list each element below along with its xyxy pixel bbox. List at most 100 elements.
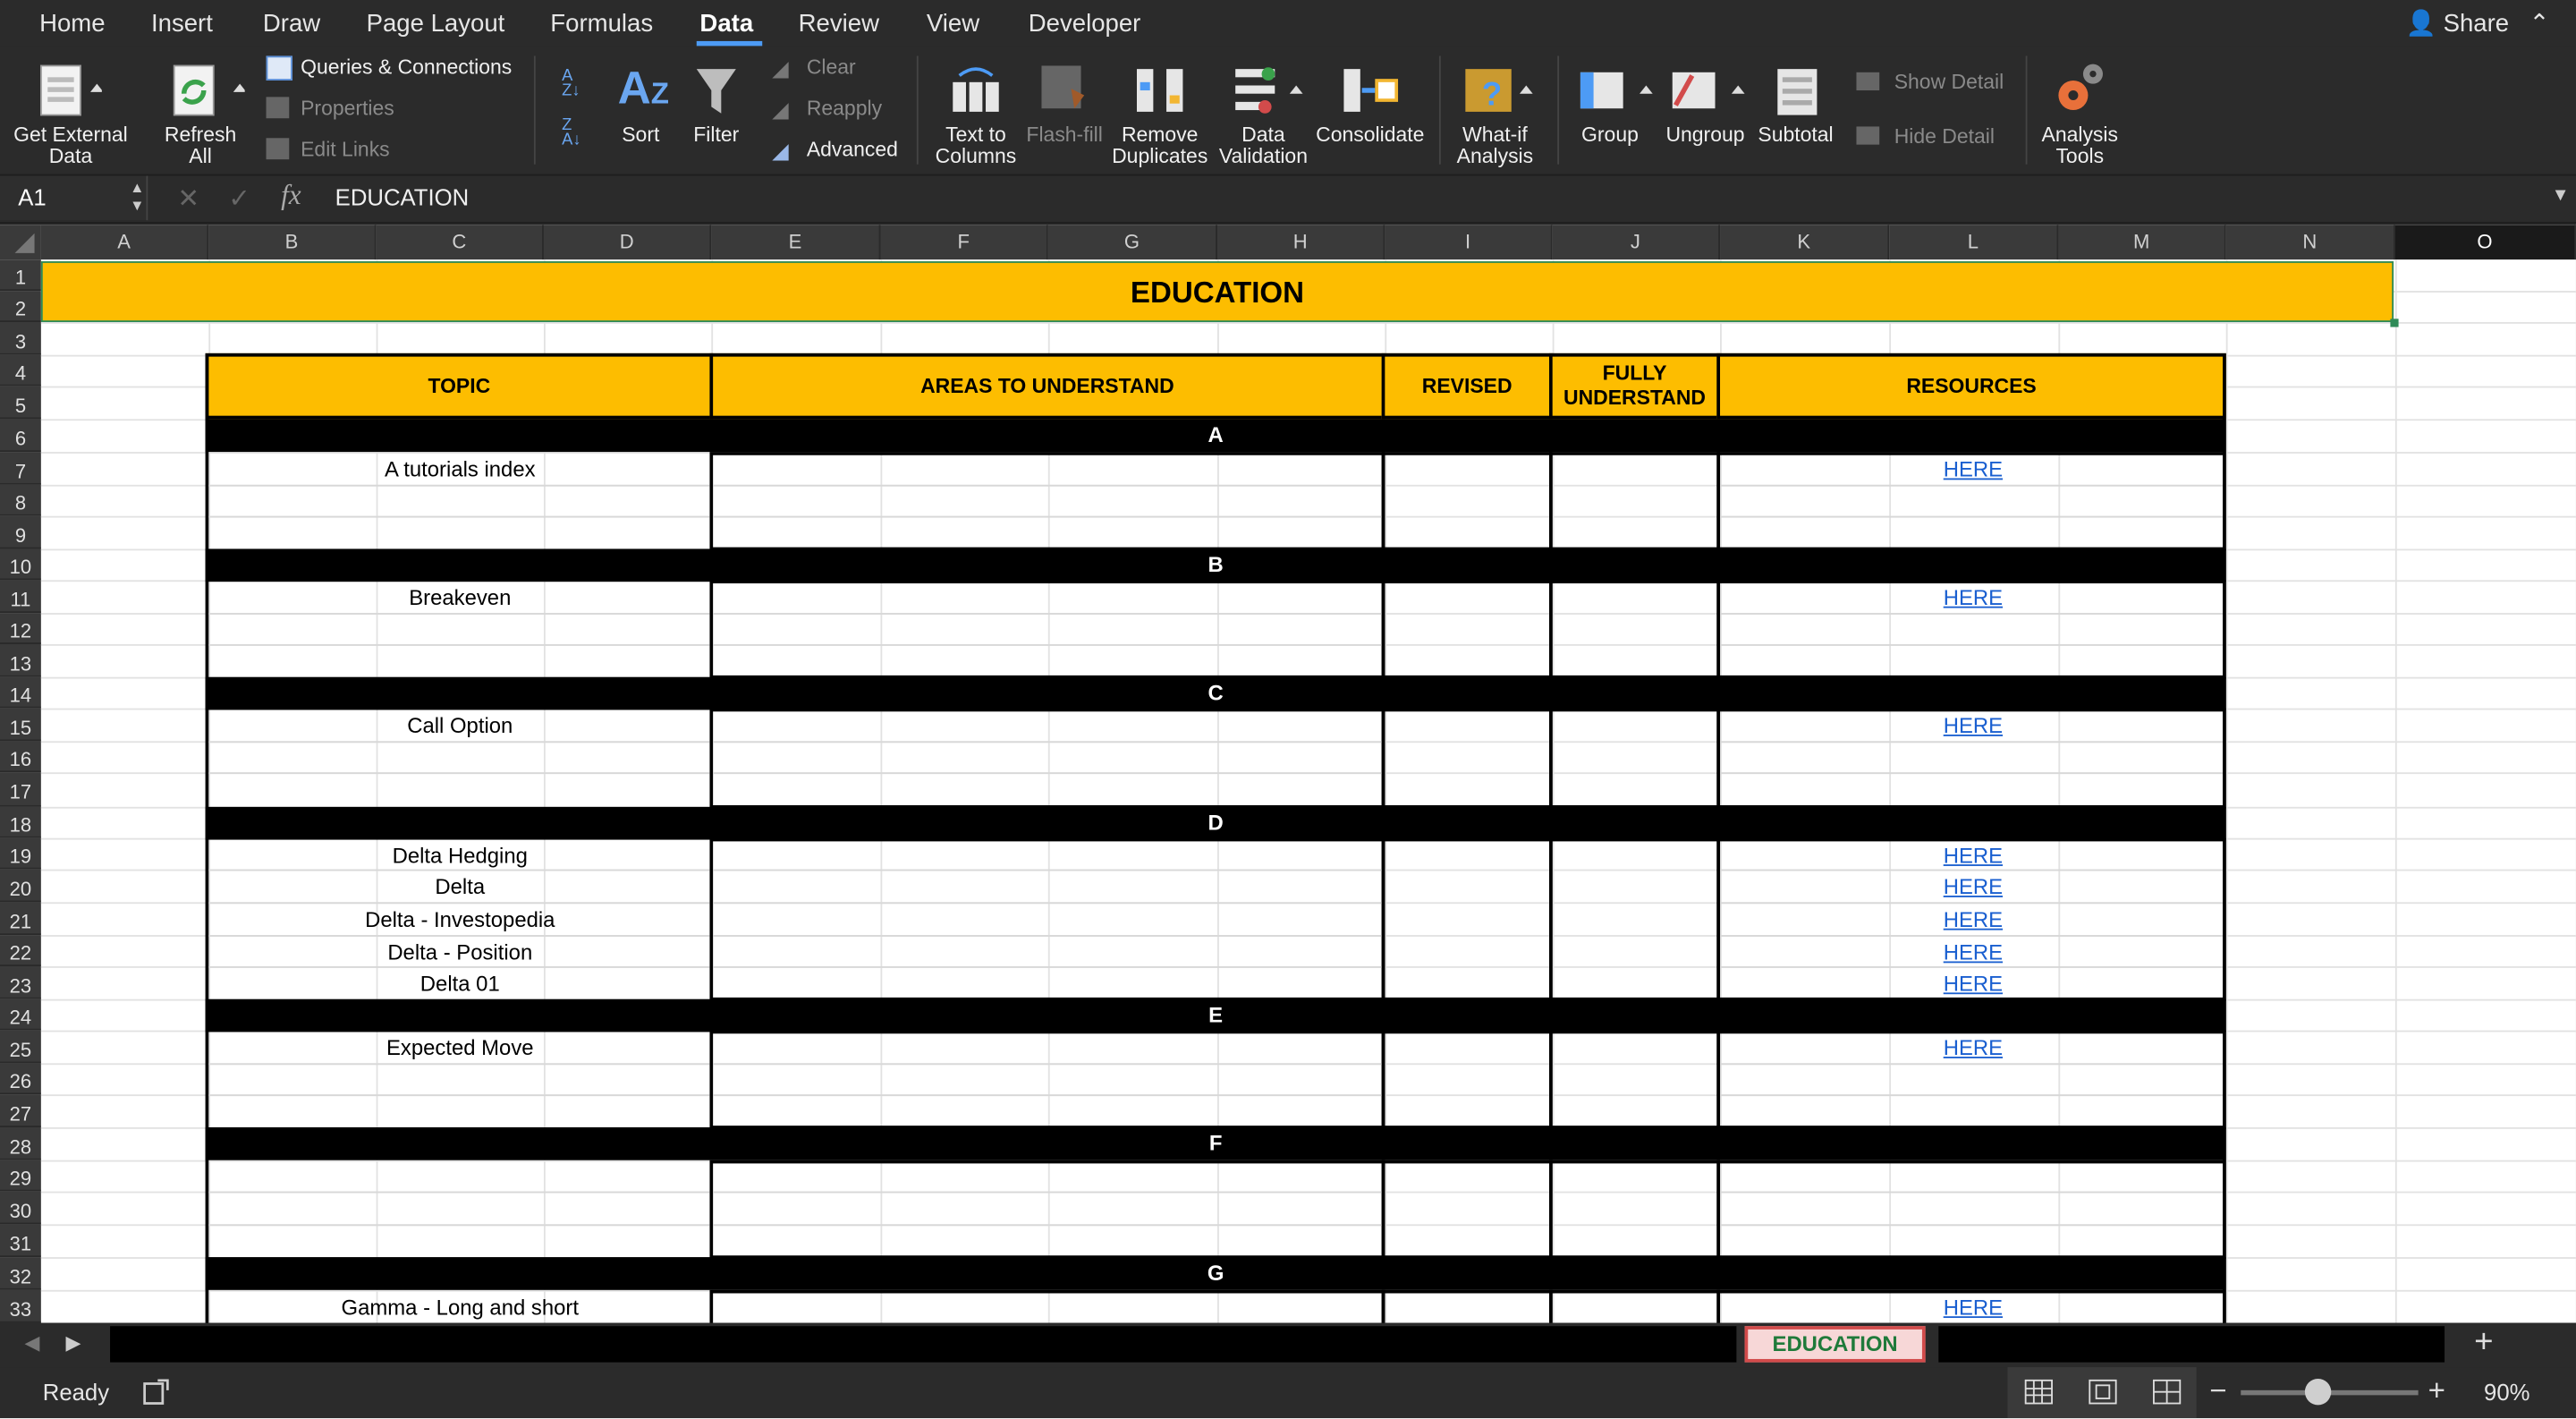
resource-link[interactable]: HERE xyxy=(1720,940,2226,965)
cancel-icon[interactable]: ✕ xyxy=(177,183,199,216)
table-cell-block[interactable] xyxy=(1381,452,1553,551)
fill-handle[interactable] xyxy=(2390,319,2399,327)
table-cell-block[interactable] xyxy=(709,1030,1385,1129)
column-header-n[interactable]: N xyxy=(2225,225,2395,260)
properties-button[interactable]: Properties xyxy=(301,97,394,120)
row-header-28[interactable]: 28 xyxy=(0,1126,41,1160)
row-header-6[interactable]: 6 xyxy=(0,419,41,453)
column-header-o[interactable]: O xyxy=(2394,225,2576,260)
page-break-view-icon[interactable] xyxy=(2152,1379,2182,1405)
resource-link[interactable]: HERE xyxy=(1720,971,2226,996)
table-cell-block[interactable] xyxy=(709,1160,1385,1259)
normal-view-icon[interactable] xyxy=(2024,1379,2054,1405)
function-icon[interactable]: fx xyxy=(281,179,301,212)
resource-link[interactable]: HERE xyxy=(1720,874,2226,899)
macro-record-icon[interactable] xyxy=(141,1377,171,1406)
row-header-23[interactable]: 23 xyxy=(0,965,41,999)
zoom-in-icon[interactable]: + xyxy=(2428,1373,2445,1408)
row-header-5[interactable]: 5 xyxy=(0,386,41,420)
table-cell-block[interactable] xyxy=(709,580,1385,679)
filter-button[interactable]: Filter xyxy=(683,124,749,147)
row-header-15[interactable]: 15 xyxy=(0,708,41,742)
page-layout-view-icon[interactable] xyxy=(2088,1379,2117,1405)
row-header-19[interactable]: 19 xyxy=(0,837,41,870)
horizontal-scrollbar[interactable] xyxy=(1938,1326,2445,1363)
row-header-2[interactable]: 2 xyxy=(0,291,41,322)
sheet-tab-education[interactable]: EDUCATION xyxy=(1744,1326,1926,1363)
add-sheet-icon[interactable]: + xyxy=(2474,1324,2493,1362)
column-header-h[interactable]: H xyxy=(1216,225,1385,260)
topic-cell[interactable]: A tutorials index xyxy=(208,457,711,482)
tab-home[interactable]: Home xyxy=(39,10,105,38)
select-all-corner[interactable] xyxy=(0,225,41,260)
text-to-columns-button[interactable]: Text to Columns xyxy=(930,124,1022,168)
row-header-24[interactable]: 24 xyxy=(0,998,41,1031)
table-cell-block[interactable] xyxy=(1549,1160,1721,1259)
zoom-level[interactable]: 90% xyxy=(2484,1379,2529,1405)
zoom-slider-thumb[interactable] xyxy=(2304,1378,2332,1406)
topic-cell[interactable]: Call Option xyxy=(208,713,711,738)
sort-button[interactable]: Sort xyxy=(611,124,670,147)
table-cell-block[interactable] xyxy=(1549,452,1721,551)
row-header-11[interactable]: 11 xyxy=(0,580,41,614)
ungroup-button[interactable]: Ungroup xyxy=(1659,124,1751,147)
name-box[interactable]: A1 xyxy=(0,175,148,221)
row-header-10[interactable]: 10 xyxy=(0,548,41,581)
column-header-i[interactable]: I xyxy=(1385,225,1553,260)
row-header-17[interactable]: 17 xyxy=(0,772,41,807)
tab-data[interactable]: Data xyxy=(699,10,753,38)
table-cell-block[interactable] xyxy=(1381,1030,1553,1129)
clear-button[interactable]: Clear xyxy=(807,55,856,79)
topic-cell[interactable]: Delta 01 xyxy=(208,971,711,996)
column-header-j[interactable]: J xyxy=(1552,225,1721,260)
tab-page-layout[interactable]: Page Layout xyxy=(367,10,505,38)
column-header-a[interactable]: A xyxy=(40,225,209,260)
column-header-b[interactable]: B xyxy=(208,225,377,260)
sort-ascending-icon[interactable]: A Z↓ xyxy=(562,68,580,99)
column-header-d[interactable]: D xyxy=(543,225,712,260)
formula-input[interactable]: EDUCATION xyxy=(335,184,470,210)
row-header-33[interactable]: 33 xyxy=(0,1289,41,1323)
row-header-30[interactable]: 30 xyxy=(0,1191,41,1225)
topic-cell[interactable]: Delta - Position xyxy=(208,940,711,965)
subtotal-button[interactable]: Subtotal xyxy=(1751,124,1840,147)
table-cell-block[interactable] xyxy=(709,708,1385,809)
column-header-f[interactable]: F xyxy=(880,225,1048,260)
row-header-16[interactable]: 16 xyxy=(0,741,41,773)
table-cell-block[interactable] xyxy=(1549,1289,1721,1323)
topic-cell[interactable]: Breakeven xyxy=(208,585,711,610)
row-header-1[interactable]: 1 xyxy=(0,259,41,292)
table-cell-block[interactable] xyxy=(709,837,1385,1001)
consolidate-button[interactable]: Consolidate xyxy=(1314,124,1426,147)
column-header-m[interactable]: M xyxy=(2058,225,2226,260)
table-cell-block[interactable] xyxy=(1549,1030,1721,1129)
resource-link[interactable]: HERE xyxy=(1720,843,2226,868)
topic-cell[interactable]: Gamma - Long and short xyxy=(208,1295,711,1320)
row-header-29[interactable]: 29 xyxy=(0,1160,41,1192)
row-header-31[interactable]: 31 xyxy=(0,1224,41,1258)
edit-links-button[interactable]: Edit Links xyxy=(301,138,390,161)
resource-link[interactable]: HERE xyxy=(1720,585,2226,610)
share-button[interactable]: 👤 Share ⌃ xyxy=(2406,8,2550,38)
row-header-21[interactable]: 21 xyxy=(0,902,41,936)
data-validation-button[interactable]: Data Validation xyxy=(1216,124,1311,168)
resource-link[interactable]: HERE xyxy=(1720,457,2226,482)
topic-cell[interactable]: Delta Hedging xyxy=(208,843,711,868)
tab-formulas[interactable]: Formulas xyxy=(550,10,653,38)
table-cell-block[interactable] xyxy=(1381,708,1553,809)
column-header-l[interactable]: L xyxy=(1889,225,2059,260)
sheet-title-cell[interactable]: EDUCATION xyxy=(40,261,2394,322)
show-detail-button[interactable]: Show Detail xyxy=(1894,71,2004,94)
advanced-button[interactable]: Advanced xyxy=(807,138,898,161)
reapply-button[interactable]: Reapply xyxy=(807,97,882,120)
scroll-left-icon[interactable]: ◀ xyxy=(25,1331,40,1355)
group-button[interactable]: Group xyxy=(1574,124,1647,147)
resource-link[interactable]: HERE xyxy=(1720,713,2226,738)
name-box-stepper-icon[interactable]: ▲ ▼ xyxy=(130,179,144,215)
refresh-all-button[interactable]: Refresh All xyxy=(157,124,243,168)
topic-cell[interactable]: Delta xyxy=(208,874,711,899)
row-header-4[interactable]: 4 xyxy=(0,354,41,387)
table-cell-block[interactable] xyxy=(1549,708,1721,809)
column-header-e[interactable]: E xyxy=(711,225,881,260)
analysis-tools-button[interactable]: Analysis Tools xyxy=(2034,124,2126,168)
